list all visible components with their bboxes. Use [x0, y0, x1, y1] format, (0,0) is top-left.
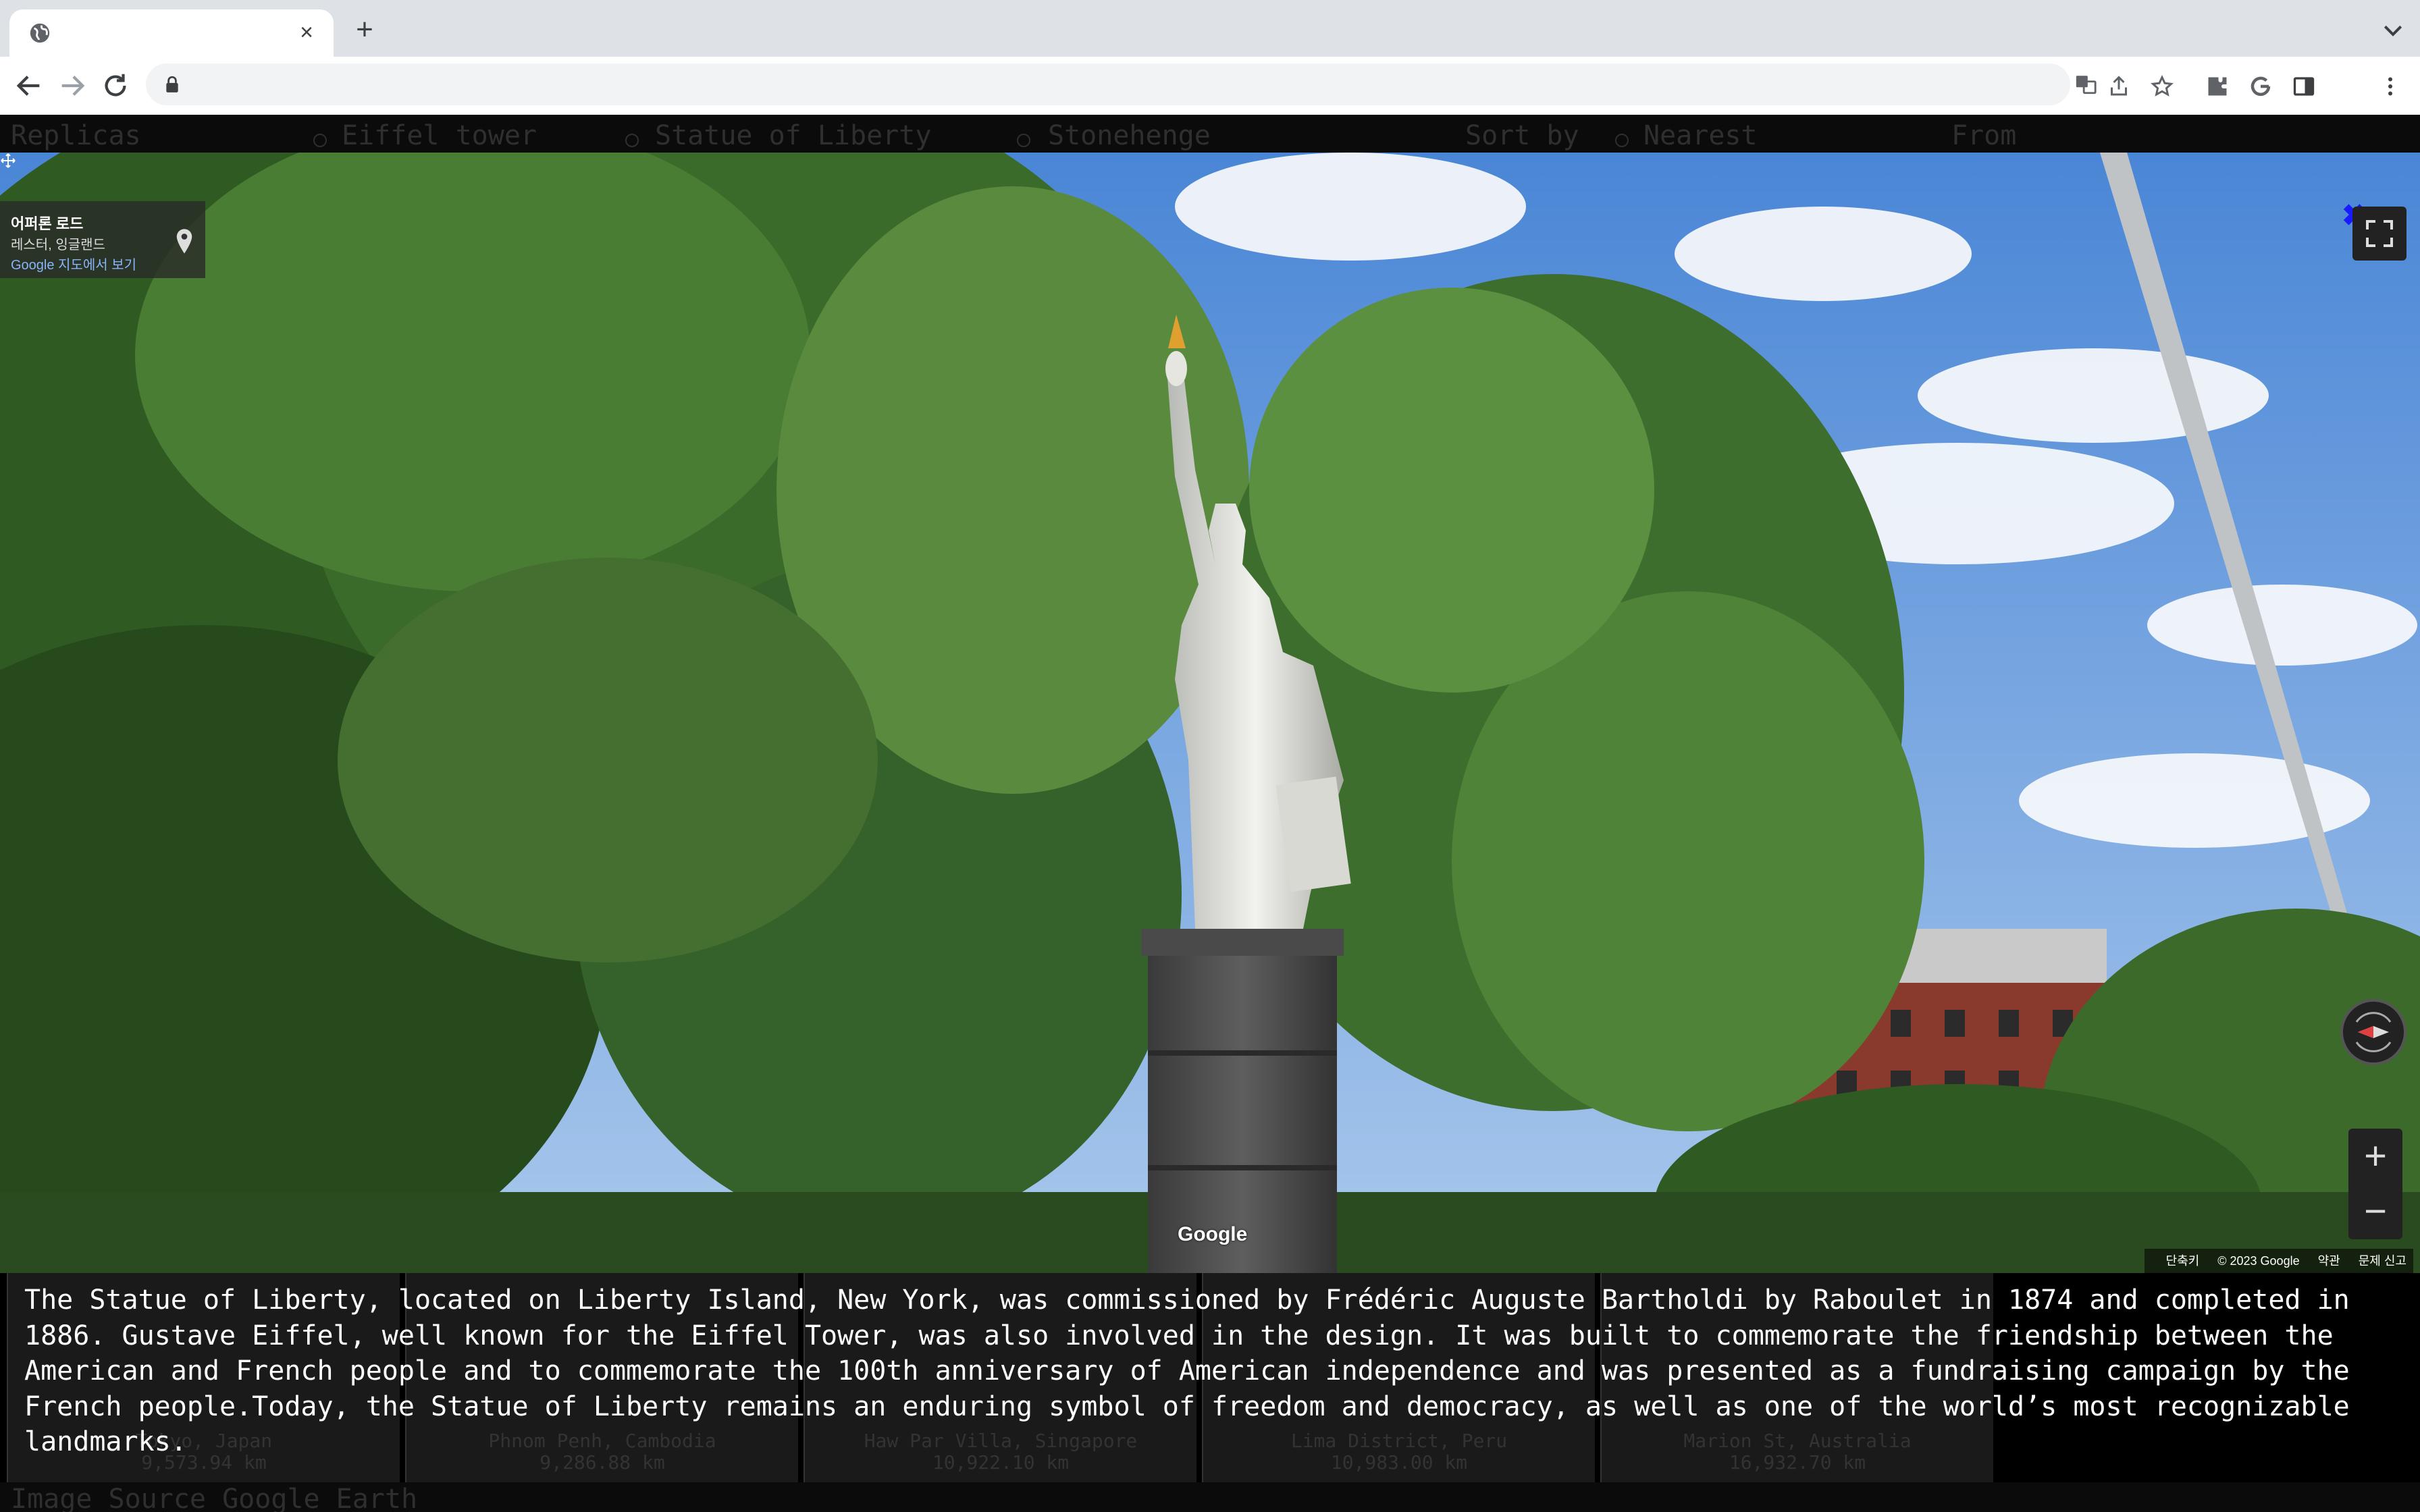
footer: Image Source Google Earth — [0, 1482, 2420, 1512]
new-tab-button[interactable]: + — [351, 15, 378, 45]
address-bar[interactable] — [146, 63, 2097, 105]
attribution-bar: 단축키 © 2023 Google 약관 문제 신고 — [2144, 1249, 2413, 1273]
compass-control[interactable] — [2340, 999, 2406, 1065]
chevron-down-icon[interactable] — [2379, 18, 2406, 45]
option-statue-of-liberty[interactable]: Statue of Liberty — [655, 120, 931, 151]
option-eiffel-tower[interactable]: Eiffel tower — [342, 120, 537, 151]
street-view-image — [0, 153, 2420, 1273]
image-source-text: Image Source Google Earth — [11, 1484, 418, 1512]
zoom-control: + − — [2348, 1129, 2402, 1239]
more-menu-icon[interactable] — [2378, 74, 2402, 99]
back-icon[interactable] — [14, 70, 45, 101]
globe-icon — [30, 23, 50, 43]
move-cursor-icon — [1, 153, 16, 168]
sort-by-label: Sort by — [1465, 120, 1579, 151]
browser-toolbar — [0, 57, 2420, 115]
location-card: 어퍼론 로드 레스터, 잉글랜드 Google 지도에서 보기 — [0, 201, 205, 278]
replicas-label: Replicas — [11, 120, 141, 151]
google-logo: Google — [1178, 1223, 1248, 1245]
landmark-description: The Statue of Liberty, located on Libert… — [24, 1285, 2350, 1457]
tab-strip: × + — [0, 0, 2420, 57]
option-stonehenge[interactable]: Stonehenge — [1048, 120, 1211, 151]
side-panel-icon[interactable] — [2292, 74, 2316, 99]
fullscreen-icon — [2366, 220, 2393, 247]
address-title: 어퍼론 로드 — [11, 215, 84, 232]
radio-nearest[interactable] — [1615, 134, 1629, 147]
lock-icon[interactable] — [165, 76, 180, 93]
reload-icon[interactable] — [100, 70, 131, 101]
terms-link[interactable]: 약관 — [2318, 1254, 2340, 1268]
street-view-panorama[interactable]: 어퍼론 로드 레스터, 잉글랜드 Google 지도에서 보기 ✖ + − — [0, 153, 2420, 1273]
option-nearest[interactable]: Nearest — [1643, 120, 1758, 151]
zoom-out-button[interactable]: − — [2348, 1184, 2402, 1239]
radio-statue-of-liberty[interactable] — [625, 134, 639, 147]
keyboard-shortcuts-link[interactable]: 단축키 — [2166, 1254, 2200, 1268]
compass-icon — [2355, 1012, 2392, 1052]
forward-icon[interactable] — [57, 70, 88, 101]
page-content: Replicas Eiffel tower Statue of Liberty … — [0, 115, 2420, 1512]
map-pin-icon[interactable] — [174, 228, 194, 255]
from-label: From — [1951, 120, 2017, 151]
address-region: 레스터, 잉글랜드 — [11, 238, 105, 252]
share-icon[interactable] — [2107, 74, 2131, 99]
translate-icon[interactable] — [2074, 73, 2097, 96]
description-panel: Tokyo, Japan 9,573.94 km Phnom Penh, Cam… — [0, 1273, 2420, 1482]
fullscreen-button[interactable] — [2352, 207, 2406, 261]
google-icon[interactable] — [2248, 74, 2273, 99]
radio-eiffel[interactable] — [313, 134, 327, 147]
extensions-icon[interactable] — [2205, 74, 2230, 99]
tab-close-icon[interactable]: × — [293, 19, 320, 46]
view-in-google-maps-link[interactable]: Google 지도에서 보기 — [11, 254, 136, 273]
zoom-in-button[interactable]: + — [2348, 1129, 2402, 1184]
browser-tab[interactable]: × — [9, 9, 334, 57]
bookmark-star-icon[interactable] — [2150, 74, 2174, 99]
radio-stonehenge[interactable] — [1017, 134, 1030, 147]
report-problem-link[interactable]: 문제 신고 — [2359, 1254, 2406, 1268]
copyright-text: © 2023 Google — [2217, 1254, 2300, 1268]
filter-bar: Replicas Eiffel tower Statue of Liberty … — [0, 115, 2420, 153]
